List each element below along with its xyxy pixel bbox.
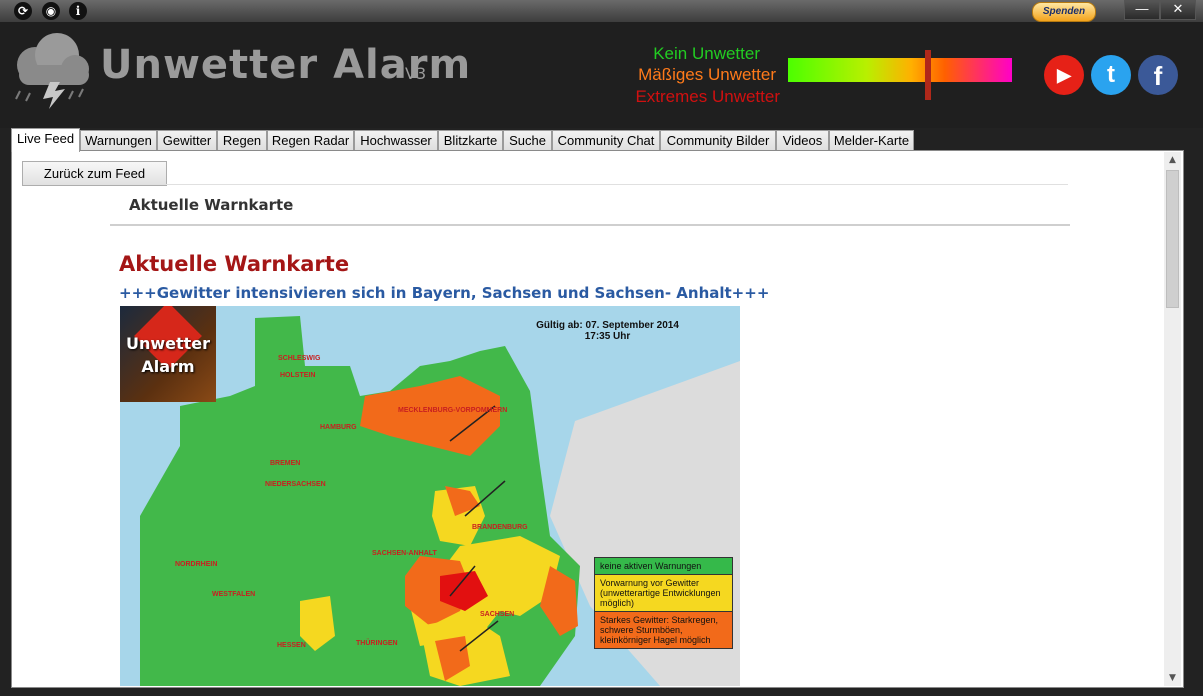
legend-pre-warning: Vorwarnung vor Gewitter (unwetterartige … [595,575,732,612]
legend-strong-storm: Starkes Gewitter: Starkregen, schwere St… [595,612,732,648]
tab-blitzkarte[interactable]: Blitzkarte [438,130,503,151]
region-label: THÜRINGEN [356,640,398,647]
tab-videos[interactable]: Videos [776,130,829,151]
badge-line1: Unwetter [125,334,211,353]
globe-icon[interactable]: ◉ [42,2,60,20]
legend-maessiges-unwetter: Mäßiges Unwetter [638,65,776,84]
app-header: Unwetter Alarm V3 Kein Unwetter Mäßiges … [0,22,1203,128]
region-label: HOLSTEIN [280,372,316,379]
article-title: Aktuelle Warnkarte [119,252,350,276]
donate-button[interactable]: Spenden [1032,2,1096,22]
app-version: V3 [405,64,427,83]
legend-no-warning: keine aktiven Warnungen [595,558,732,575]
region-label: BRANDENBURG [472,524,528,531]
region-label: NIEDERSACHSEN [265,481,326,488]
scrollbar-thumb[interactable] [1166,170,1179,308]
twitter-icon[interactable]: t [1091,55,1131,95]
storm-cloud-icon [15,33,89,109]
region-label: HESSEN [277,642,306,649]
tab-regen[interactable]: Regen [217,130,267,151]
region-label: MECKLENBURG-VORPOMMERN [398,407,508,414]
region-label: NORDRHEIN [175,561,218,568]
tab-gewitter[interactable]: Gewitter [157,130,217,151]
close-button[interactable]: ✕ [1160,0,1196,20]
valid-date: Gültig ab: 07. September 2014 [536,320,679,331]
tab-community-bilder[interactable]: Community Bilder [660,130,776,151]
region-label: SACHSEN-ANHALT [372,550,437,557]
region-label: SCHLESWIG [278,355,321,362]
unwetter-alarm-badge: Unwetter Alarm [120,306,216,402]
tab-community-chat[interactable]: Community Chat [552,130,660,151]
tab-regen-radar[interactable]: Regen Radar [267,130,354,151]
back-to-feed-button[interactable]: Zurück zum Feed [22,161,167,186]
page-subtitle: Aktuelle Warnkarte [129,196,294,214]
tab-suche[interactable]: Suche [503,130,552,151]
minimize-button[interactable]: — [1124,0,1160,20]
map-legend: keine aktiven Warnungen Vorwarnung vor G… [594,557,733,649]
region-label: WESTFALEN [212,591,256,598]
scroll-down-icon[interactable]: ▼ [1164,670,1181,686]
badge-line2: Alarm [141,357,195,376]
scroll-up-icon[interactable]: ▲ [1164,152,1181,168]
severity-gradient-bar [788,58,1012,82]
tab-hochwasser[interactable]: Hochwasser [354,130,438,151]
info-icon[interactable]: i [69,2,87,20]
legend-kein-unwetter: Kein Unwetter [653,44,760,63]
warning-map[interactable]: SCHLESWIG HOLSTEIN MECKLENBURG-VORPOMMER… [120,306,740,686]
youtube-icon[interactable]: ▶ [1044,55,1084,95]
tab-live-feed[interactable]: Live Feed [11,128,80,152]
region-label: SACHSEN [480,611,515,618]
divider [110,224,1070,226]
valid-time: 17:35 Uhr [584,331,631,342]
region-label: BREMEN [270,460,301,467]
tab-melder-karte[interactable]: Melder-Karte [829,130,914,151]
facebook-icon[interactable]: f [1138,55,1178,95]
valid-from: Gültig ab: 07. September 2014 17:35 Uhr [515,320,700,342]
refresh-icon[interactable]: ⟳ [14,2,32,20]
region-label: HAMBURG [320,424,357,431]
tab-warnungen[interactable]: Warnungen [80,130,157,151]
divider [110,184,1068,185]
legend-extremes-unwetter: Extremes Unwetter [635,87,780,106]
severity-marker [925,50,931,100]
title-bar: ⟳ ◉ i Spenden — ✕ [0,0,1203,22]
article-subtitle: +++Gewitter intensivieren sich in Bayern… [119,284,770,302]
